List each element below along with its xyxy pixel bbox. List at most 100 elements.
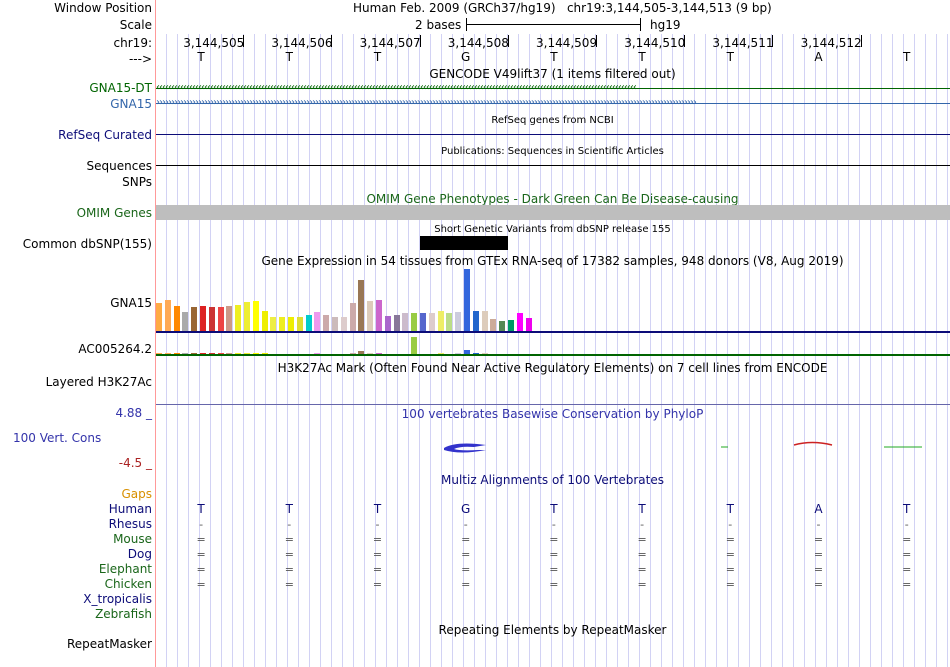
gtex-tissue-bar[interactable] <box>340 317 347 331</box>
multiz-species-label[interactable]: Chicken <box>105 577 152 591</box>
gtex-tissue-bar[interactable] <box>235 305 242 331</box>
gtex-tissue-bar[interactable] <box>411 337 418 354</box>
chromosome-label[interactable]: chr19: <box>114 36 152 50</box>
repeatmasker-track-title[interactable]: Repeating Elements by RepeatMasker <box>155 623 950 637</box>
gtex-tissue-bar[interactable] <box>323 315 330 331</box>
multiz-alignment-base: = <box>284 533 294 546</box>
coordinate-tick-label: 3,144,505 <box>183 36 245 50</box>
gtex-tissue-bar[interactable] <box>349 303 356 331</box>
refseq-gene-line[interactable] <box>156 134 950 135</box>
gtex-tissue-bar[interactable] <box>525 318 532 331</box>
gtex-tissue-bar[interactable] <box>270 317 277 331</box>
gtex-tissue-bar[interactable] <box>244 302 250 331</box>
gtex-tissue-bar[interactable] <box>393 315 400 331</box>
gtex-tissue-bar[interactable] <box>420 313 426 331</box>
dbsnp-track-title[interactable]: Short Genetic Variants from dbSNP releas… <box>155 223 950 237</box>
gtex-tissue-bar[interactable] <box>411 313 418 331</box>
gtex-tissue-bar[interactable] <box>490 319 497 331</box>
refseq-curated-label[interactable]: RefSeq Curated <box>58 128 152 142</box>
gtex-tissue-bar[interactable] <box>252 301 259 331</box>
gtex-tissue-bar[interactable] <box>472 311 479 331</box>
gtex-tissue-bar[interactable] <box>208 307 215 331</box>
gtex-tissue-bar[interactable] <box>499 321 506 331</box>
gtex-tissue-bar[interactable] <box>402 313 409 331</box>
gtex-tissue-bar[interactable] <box>288 317 294 331</box>
gtex-tissue-bar[interactable] <box>508 320 514 331</box>
gtex-tissue-bar[interactable] <box>261 311 268 331</box>
gtex-tissue-bar[interactable] <box>217 307 224 331</box>
gtex-tissue-bar[interactable] <box>314 312 321 331</box>
gtex-gna15-barchart[interactable] <box>156 268 950 332</box>
phylop-100-vert-cons-label[interactable]: 100 Vert. Cons <box>13 431 101 445</box>
gtex-gene-gna15-label[interactable]: GNA15 <box>110 296 152 310</box>
h3k27ac-track-title[interactable]: H3K27Ac Mark (Often Found Near Active Re… <box>155 361 950 375</box>
multiz-species-label[interactable]: Mouse <box>113 532 152 546</box>
omim-phenotype-bar[interactable] <box>156 205 950 220</box>
gencode-item-gna15[interactable]: GNA15 <box>110 97 152 111</box>
gtex-tissue-bar[interactable] <box>367 301 374 331</box>
gencode-track-title[interactable]: GENCODE V49lift37 (1 items filtered out) <box>155 67 950 81</box>
common-dbsnp-label[interactable]: Common dbSNP(155) <box>23 237 152 251</box>
multiz-alignment-base: = <box>549 548 559 561</box>
gtex-tissue-bar[interactable] <box>173 306 180 331</box>
multiz-species-label[interactable]: Zebrafish <box>95 607 152 621</box>
sequence-base: T <box>197 50 205 64</box>
gencode-item-gna15-dt[interactable]: GNA15-DT <box>89 81 152 95</box>
gtex-tissue-bar[interactable] <box>455 312 462 331</box>
multiz-species-label[interactable]: Dog <box>128 547 152 561</box>
layered-h3k27ac-label[interactable]: Layered H3K27Ac <box>46 375 152 389</box>
gtex-ac005264-barchart[interactable] <box>156 336 950 355</box>
multiz-species-label[interactable]: Human <box>109 502 152 516</box>
publications-sequences-label[interactable]: Sequences <box>87 159 152 173</box>
strand-label[interactable]: ---> <box>129 52 152 66</box>
phylop-negative-peak <box>793 441 833 446</box>
gtex-tissue-bar[interactable] <box>437 311 444 331</box>
repeatmasker-label[interactable]: RepeatMasker <box>67 637 152 651</box>
coordinate-tick <box>507 35 509 47</box>
gtex-tissue-bar[interactable] <box>332 317 338 331</box>
coordinate-tick-label: 3,144,509 <box>536 36 598 50</box>
gtex-tissue-bar[interactable] <box>200 306 206 331</box>
gtex-tissue-bar[interactable] <box>384 316 391 331</box>
phylop-track-title[interactable]: 100 vertebrates Basewise Conservation by… <box>155 407 950 421</box>
gtex-tissue-bar[interactable] <box>191 307 198 331</box>
multiz-alignment-base: = <box>725 548 735 561</box>
gtex-track-title[interactable]: Gene Expression in 54 tissues from GTEx … <box>155 254 950 268</box>
multiz-gaps-label[interactable]: Gaps <box>121 487 152 501</box>
gtex-tissue-bar[interactable] <box>226 306 233 331</box>
multiz-track-title[interactable]: Multiz Alignments of 100 Vertebrates <box>155 473 950 487</box>
gtex-tissue-bar[interactable] <box>446 313 453 331</box>
gtex-tissue-bar[interactable] <box>464 269 470 331</box>
gtex-tissue-bar[interactable] <box>296 317 303 331</box>
gtex-tissue-bar[interactable] <box>428 313 435 331</box>
phylop-ymax-label: 4.88 _ <box>115 406 152 420</box>
publications-track-title[interactable]: Publications: Sequences in Scientific Ar… <box>155 145 950 159</box>
multiz-alignment-base: = <box>902 578 912 591</box>
gtex-tissue-bar[interactable] <box>516 313 523 331</box>
scale-label[interactable]: Scale <box>120 18 152 32</box>
gtex-tissue-bar[interactable] <box>164 300 171 331</box>
gtex-gene-ac005264-label[interactable]: AC005264.2 <box>78 342 152 356</box>
coordinate-tick <box>243 35 245 47</box>
multiz-species-label[interactable]: X_tropicalis <box>83 592 152 606</box>
gtex-tissue-bar[interactable] <box>156 303 162 331</box>
gtex-tissue-bar[interactable] <box>182 312 189 331</box>
coordinate-tick-label: 3,144,512 <box>800 36 862 50</box>
gtex-tissue-bar[interactable] <box>305 315 312 331</box>
omim-genes-label[interactable]: OMIM Genes <box>77 206 152 220</box>
phylop-signal[interactable] <box>156 438 950 458</box>
publications-sequence-line[interactable] <box>156 165 950 166</box>
gtex-tissue-bar[interactable] <box>358 280 365 331</box>
window-position-label[interactable]: Window Position <box>54 1 152 15</box>
refseq-track-title[interactable]: RefSeq genes from NCBI <box>155 114 950 128</box>
dbsnp-variant-block[interactable] <box>420 236 508 250</box>
multiz-species-label[interactable]: Rhesus <box>109 517 152 531</box>
omim-track-title[interactable]: OMIM Gene Phenotypes - Dark Green Can Be… <box>155 192 950 206</box>
gtex-tissue-bar[interactable] <box>376 300 382 331</box>
gtex-tissue-bar[interactable] <box>279 317 286 331</box>
multiz-alignment-base: - <box>287 518 292 531</box>
scale-bar-left-tick <box>466 18 467 31</box>
gtex-tissue-bar[interactable] <box>481 311 488 331</box>
snps-label[interactable]: SNPs <box>122 175 152 189</box>
multiz-species-label[interactable]: Elephant <box>99 562 152 576</box>
